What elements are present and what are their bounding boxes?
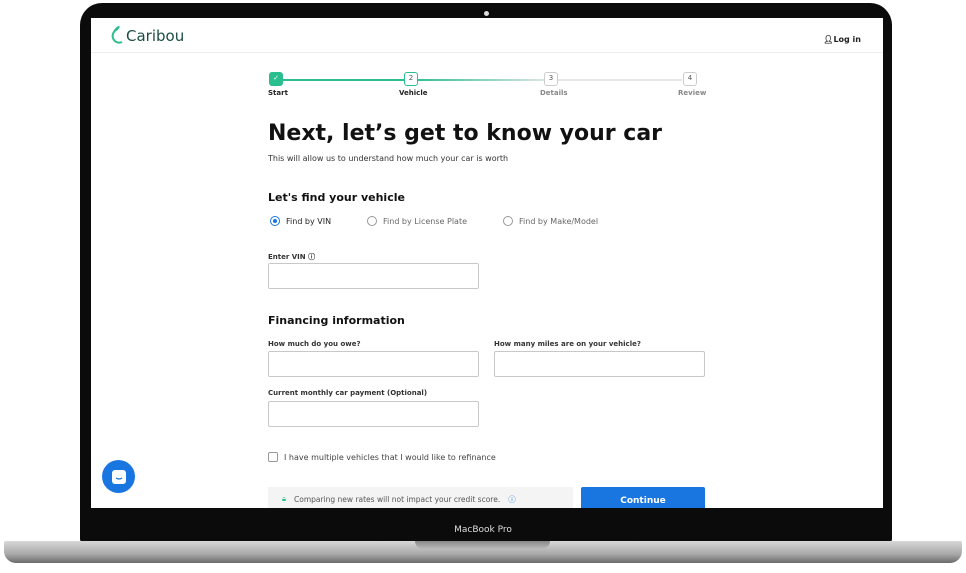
chat-icon (111, 469, 126, 484)
step-1-check-icon: ✓ (269, 72, 283, 86)
laptop-notch (415, 541, 550, 549)
vin-label: Enter VIN ⓘ (268, 253, 316, 261)
progress-line (552, 79, 682, 81)
caribou-logo-icon (111, 26, 123, 44)
miles-input[interactable] (494, 351, 705, 377)
camera (484, 11, 489, 16)
radio-find-by-make-model[interactable]: Find by Make/Model (503, 216, 598, 226)
step-label: Details (540, 89, 568, 97)
continue-button[interactable]: Continue (581, 487, 705, 508)
chat-button[interactable] (102, 460, 135, 493)
progress-line (412, 79, 552, 81)
financing-heading: Financing information (268, 314, 405, 327)
brand-name: Caribou (126, 27, 185, 45)
miles-label: How many miles are on your vehicle? (494, 340, 641, 348)
radio-find-by-plate[interactable]: Find by License Plate (367, 216, 467, 226)
help-icon[interactable]: ⓘ (308, 253, 315, 261)
step-2: 2 (404, 72, 418, 86)
find-heading: Let's find your vehicle (268, 191, 405, 204)
login-link[interactable]: 👤︎Log in (823, 35, 861, 44)
screen: Caribou 👤︎Log in ✓ 2 3 4 Start Vehicle D… (91, 18, 883, 508)
vin-input[interactable] (268, 263, 479, 289)
header (91, 18, 883, 53)
page-subtitle: This will allow us to understand how muc… (268, 154, 509, 163)
user-icon: 👤︎ (823, 35, 834, 44)
progress-line-done (282, 79, 412, 81)
owe-label: How much do you owe? (268, 340, 361, 348)
radio-find-by-vin[interactable]: Find by VIN (270, 216, 331, 226)
page-title: Next, let’s get to know your car (268, 121, 663, 146)
multiple-vehicles-checkbox[interactable]: I have multiple vehicles that I would li… (268, 452, 496, 462)
owe-input[interactable] (268, 351, 479, 377)
step-label: Vehicle (399, 89, 428, 97)
step-4: 4 (683, 72, 697, 86)
device-label: MacBook Pro (454, 525, 512, 535)
credit-note: 🔒︎ Comparing new rates will not impact yo… (268, 487, 573, 508)
logo[interactable]: Caribou (109, 26, 184, 46)
step-label: Start (268, 89, 288, 97)
help-icon[interactable]: ⓘ (508, 494, 516, 505)
payment-label: Current monthly car payment (Optional) (268, 389, 428, 397)
lock-icon: 🔒︎ (282, 494, 286, 503)
step-3: 3 (544, 72, 558, 86)
payment-input[interactable] (268, 401, 479, 427)
step-label: Review (678, 89, 707, 97)
